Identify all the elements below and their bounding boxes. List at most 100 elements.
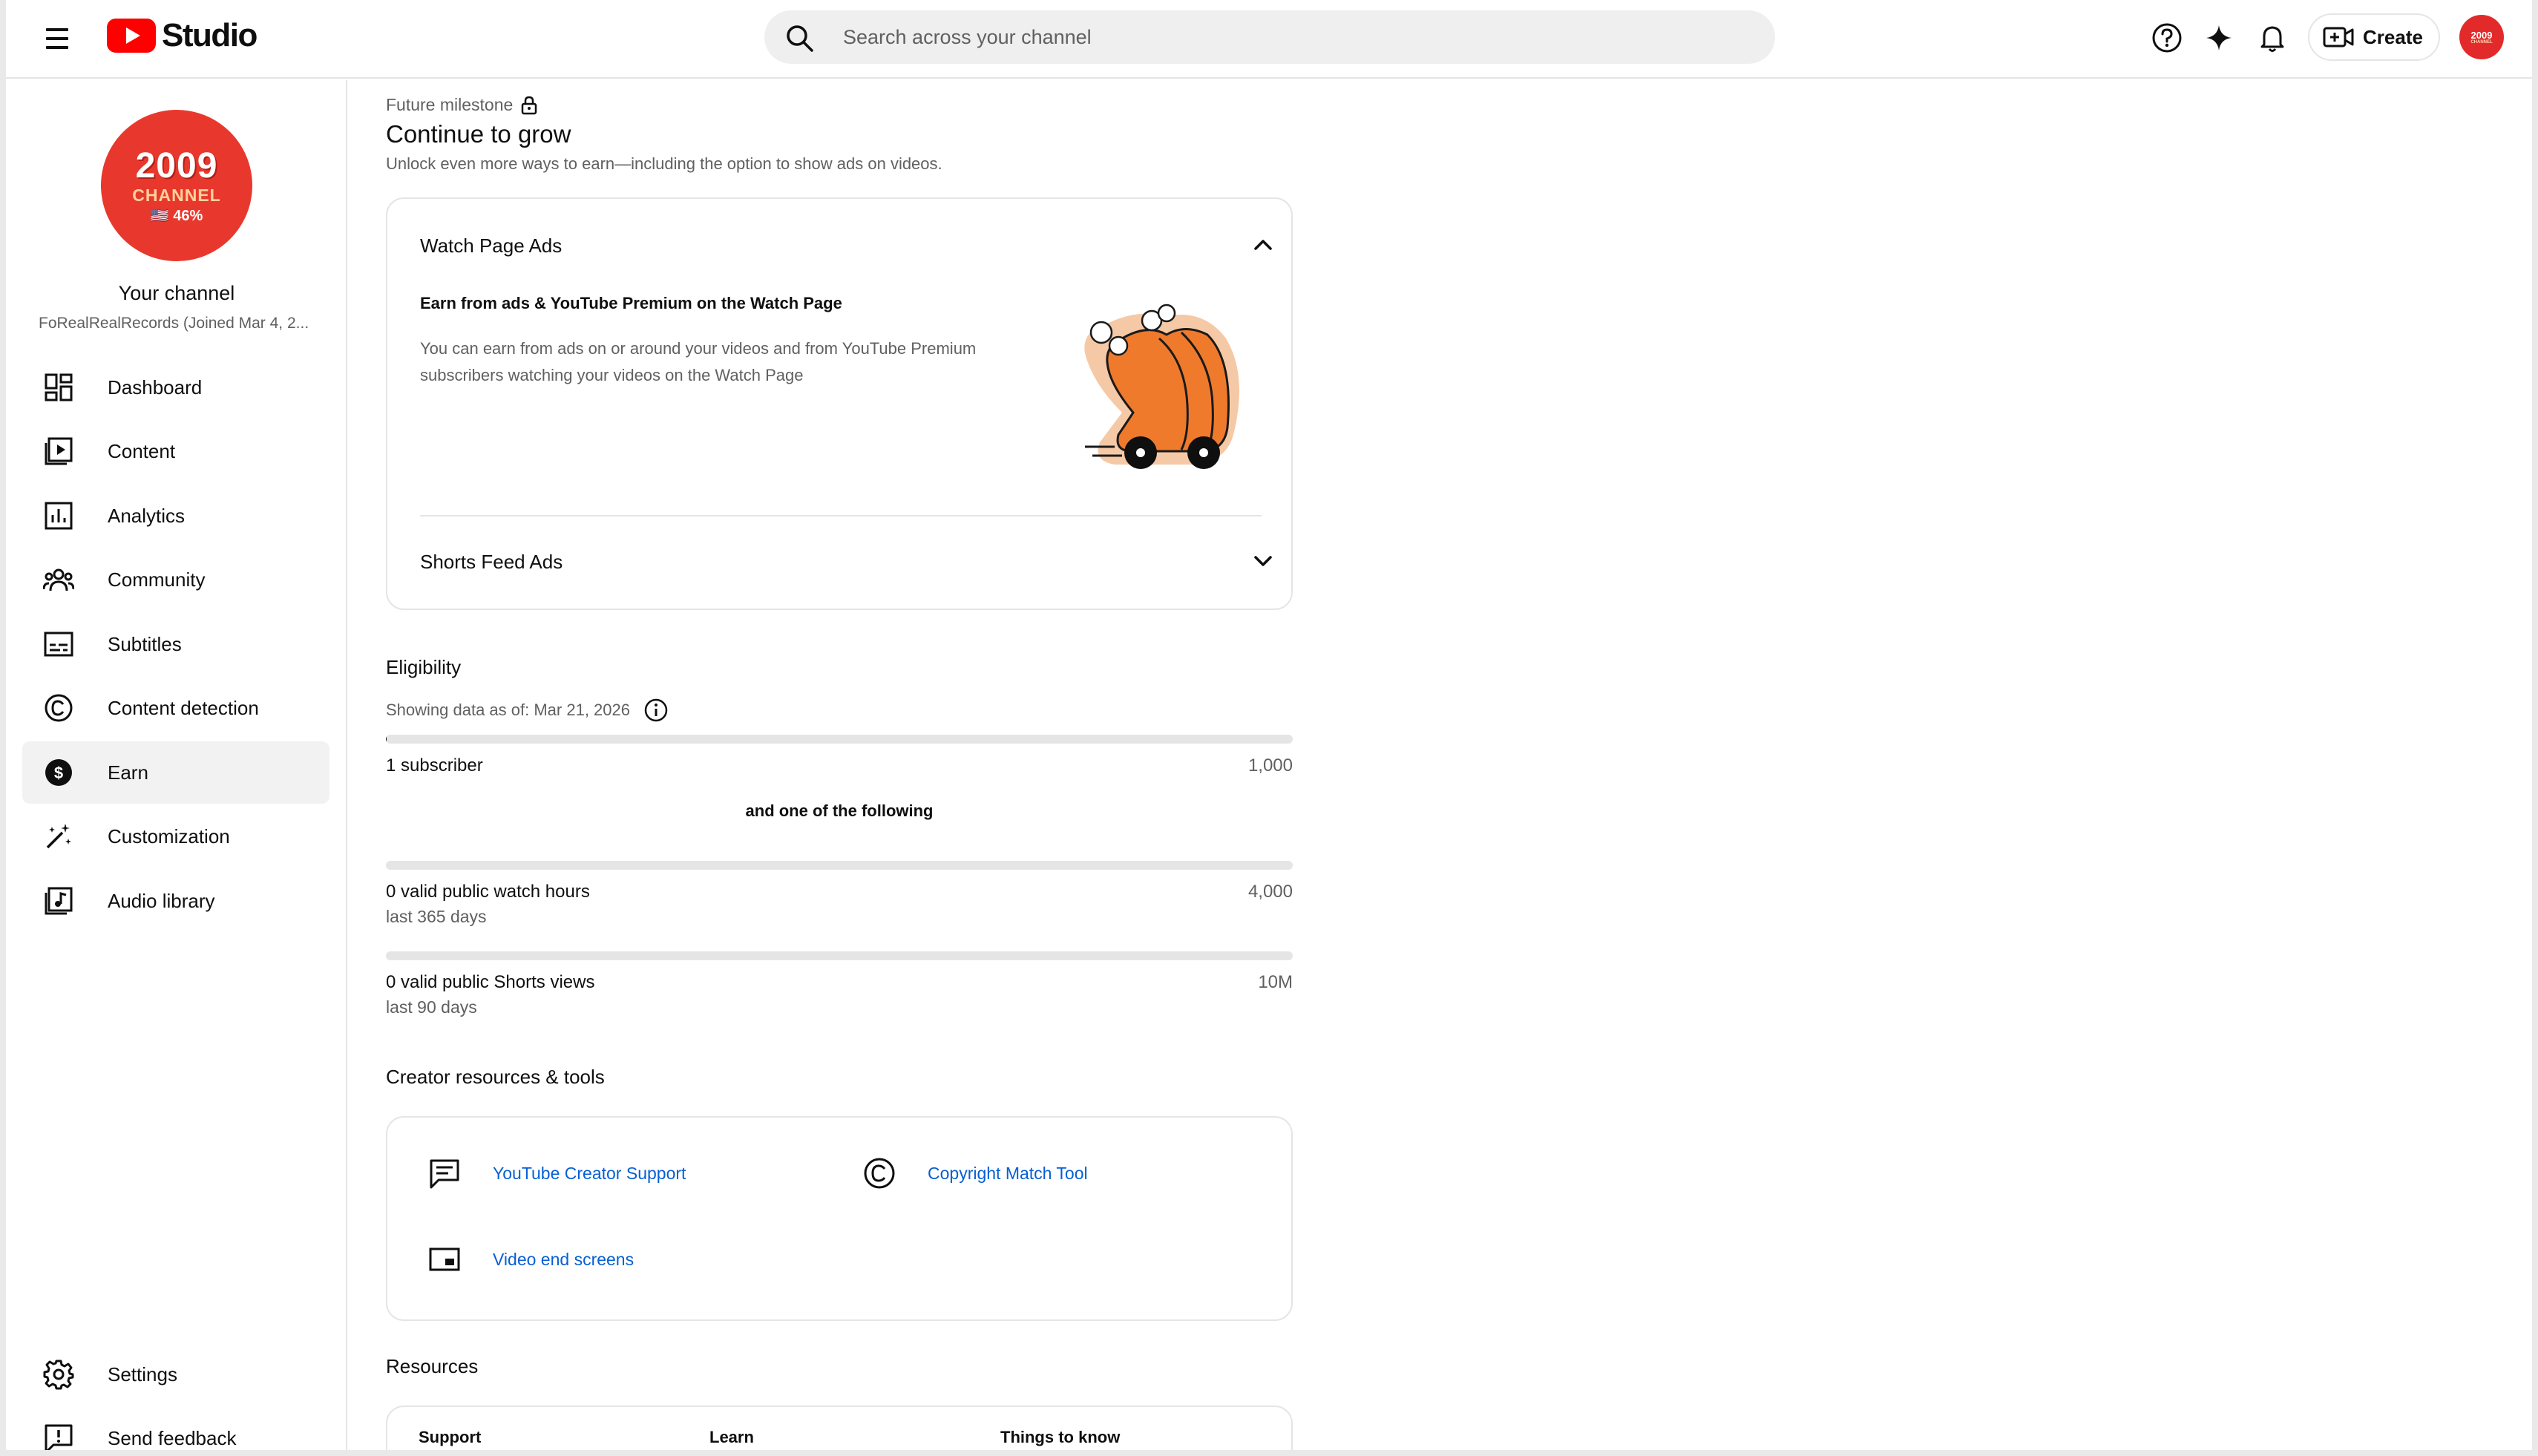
sidebar-item-label: Content: [108, 439, 176, 462]
your-channel-label: Your channel: [118, 282, 235, 304]
sidebar-item-audio-library[interactable]: Audio library: [22, 870, 329, 932]
shopping-cart-illustration: [1084, 304, 1239, 469]
youtube-play-icon: [107, 19, 156, 53]
sidebar-item-label: Subtitles: [108, 632, 182, 655]
subscriber-progress-fill: [386, 735, 387, 744]
creator-tools-title: Creator resources & tools: [386, 1066, 605, 1088]
sidebar-item-customization[interactable]: Customization: [22, 805, 329, 868]
shorts-views-progress-bar: [386, 951, 1293, 960]
create-video-icon: [2323, 27, 2354, 47]
copyright-match-label[interactable]: Copyright Match Tool: [928, 1164, 1088, 1184]
resources-col-things-to-know[interactable]: Things to know: [1000, 1428, 1120, 1447]
milestone-label: Future milestone: [386, 95, 514, 114]
top-header: Studio Create 2009 CHANNEL: [6, 0, 2532, 79]
sidebar-item-label: Dashboard: [108, 376, 203, 399]
info-icon[interactable]: [643, 698, 669, 723]
watch-hours-period: last 365 days: [386, 907, 487, 926]
page-title: Continue to grow: [386, 120, 571, 148]
account-avatar[interactable]: 2009 CHANNEL: [2459, 15, 2504, 59]
accordion-divider: [420, 515, 1262, 517]
channel-name: FoRealRealRecords (Joined Mar 4, 2...: [39, 315, 309, 332]
help-icon[interactable]: [2146, 17, 2188, 59]
watch-hours-target: 4,000: [1247, 882, 1293, 902]
showing-label: Showing data as of: Mar 21, 2026: [386, 701, 630, 719]
sidebar-item-earn[interactable]: $ Earn: [22, 741, 329, 804]
sidebar-item-subtitles[interactable]: Subtitles: [22, 613, 329, 675]
resources-col-learn[interactable]: Learn: [709, 1428, 754, 1447]
community-icon: [43, 568, 74, 591]
eligibility-title: Eligibility: [386, 656, 462, 678]
search-input[interactable]: [843, 10, 1734, 64]
studio-logo[interactable]: Studio: [107, 16, 258, 55]
feedback-icon: [45, 1424, 73, 1450]
shorts-views-target: 10M: [1258, 972, 1293, 992]
dashboard-icon: [45, 373, 73, 401]
channel-avatar-percent: 🇺🇸 46%: [150, 207, 203, 224]
end-screen-icon: [429, 1247, 460, 1271]
subscriber-target: 1,000: [1247, 755, 1293, 775]
sidebar-item-label: Customization: [108, 824, 230, 847]
channel-avatar-year: 2009: [135, 145, 218, 186]
lock-icon: [522, 96, 537, 114]
avatar-year: 2009: [2470, 29, 2493, 41]
ads-accordion: Watch Page Ads Earn from ads & YouTube P…: [386, 197, 1293, 610]
creator-support-label[interactable]: YouTube Creator Support: [493, 1164, 686, 1184]
future-milestone: Future milestone: [386, 95, 538, 115]
app-frame: Studio Create 2009 CHANNEL 2009 CHANNEL: [6, 0, 2532, 1450]
end-screens-link[interactable]: Video end screens: [427, 1242, 634, 1276]
sidebar-item-label: Audio library: [108, 889, 215, 912]
sparkle-icon[interactable]: [2198, 17, 2240, 59]
sidebar-item-label: Analytics: [108, 504, 186, 527]
shorts-views-period: last 90 days: [386, 997, 477, 1017]
creator-support-link[interactable]: YouTube Creator Support: [427, 1156, 686, 1190]
chevron-down-icon[interactable]: [1248, 546, 1278, 576]
sidebar-item-content-detection[interactable]: Content detection: [22, 677, 329, 739]
studio-logo-text: Studio: [162, 17, 258, 53]
creator-tools-card: YouTube Creator Support Copyright Match …: [386, 1116, 1293, 1321]
channel-avatar[interactable]: 2009 CHANNEL 🇺🇸 46%: [101, 110, 252, 261]
search-icon[interactable]: [785, 24, 815, 53]
sidebar-item-settings[interactable]: Settings: [22, 1343, 329, 1406]
create-label: Create: [2363, 25, 2423, 48]
and-one-following: and one of the following: [745, 801, 934, 820]
chat-icon: [430, 1159, 459, 1189]
sidebar-item-send-feedback[interactable]: Send feedback: [22, 1407, 329, 1450]
content-icon: [45, 437, 73, 465]
end-screens-label[interactable]: Video end screens: [493, 1250, 634, 1270]
copyright-icon: [864, 1158, 895, 1189]
page-subtitle: Unlock even more ways to earn—including …: [386, 154, 942, 173]
magic-wand-icon: [46, 824, 71, 849]
avatar-sub: CHANNEL: [2470, 39, 2493, 45]
channel-avatar-line: CHANNEL: [132, 185, 221, 205]
watch-page-ads-header[interactable]: Watch Page Ads: [420, 235, 562, 258]
data-timestamp: Showing data as of: Mar 21, 2026: [386, 698, 669, 723]
sidebar-item-label: Content detection: [108, 696, 259, 719]
sidebar-item-content[interactable]: Content: [22, 420, 329, 482]
resources-title: Resources: [386, 1355, 479, 1377]
resources-col-support[interactable]: Support: [419, 1428, 481, 1447]
sidebar: 2009 CHANNEL 🇺🇸 46% Your channel FoRealR…: [6, 80, 347, 1450]
notifications-bell-icon[interactable]: [2252, 17, 2293, 59]
sidebar-item-community[interactable]: Community: [22, 548, 329, 611]
svg-text:$: $: [54, 764, 63, 782]
sidebar-item-label: Settings: [108, 1362, 177, 1386]
sidebar-item-label: Send feedback: [108, 1426, 237, 1449]
sidebar-item-analytics[interactable]: Analytics: [22, 485, 329, 547]
search-bar[interactable]: [764, 10, 1775, 64]
main-content: Future milestone Continue to grow Unlock…: [349, 80, 2532, 1450]
menu-icon[interactable]: [40, 22, 74, 56]
shorts-feed-ads-header[interactable]: Shorts Feed Ads: [420, 551, 563, 574]
chevron-up-icon[interactable]: [1248, 230, 1278, 260]
sidebar-item-label: Community: [108, 568, 206, 591]
sidebar-item-dashboard[interactable]: Dashboard: [22, 356, 329, 419]
create-button[interactable]: Create: [2308, 13, 2440, 61]
sidebar-item-label: Earn: [108, 761, 148, 784]
subtitles-icon: [44, 632, 73, 657]
watch-page-ads-description: You can earn from ads on or around your …: [420, 339, 977, 384]
copyright-icon: [45, 694, 73, 722]
watch-hours-progress-bar: [386, 861, 1293, 870]
copyright-match-link[interactable]: Copyright Match Tool: [862, 1156, 1088, 1190]
gear-icon: [43, 1360, 74, 1390]
subscriber-progress-bar: [386, 735, 1293, 744]
dollar-icon: $: [45, 759, 72, 786]
